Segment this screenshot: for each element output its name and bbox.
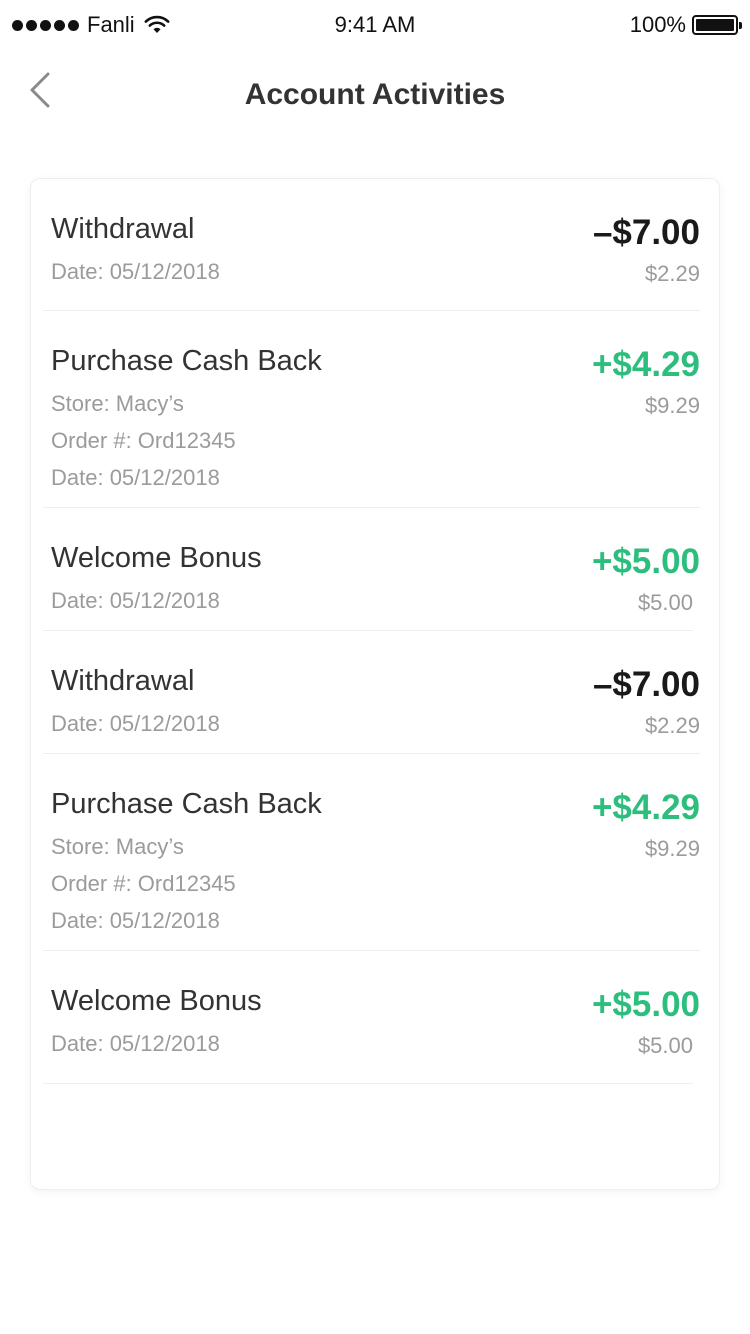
activity-balance: $5.00 [637,1033,693,1058]
activity-date: Date: 05/12/2018 [51,259,220,284]
activity-title: Purchase Cash Back [51,345,322,377]
activity-balance: $5.00 [637,590,693,615]
status-bar: Fanli 9:41 AM 100% [0,0,750,50]
activity-date: Date: 05/12/2018 [51,711,220,736]
activity-order: Order #: Ord12345 [51,428,236,453]
activity-row[interactable]: Purchase Cash Back Store: Macy’s Order #… [43,311,700,508]
activity-amount: +$4.29 [591,345,700,384]
activity-row[interactable]: Welcome Bonus Date: 05/12/2018 +$5.00 $5… [43,951,700,1084]
activity-row[interactable]: Welcome Bonus Date: 05/12/2018 +$5.00 $5… [43,508,700,631]
activity-date: Date: 05/12/2018 [51,908,220,933]
activities-card: Withdrawal Date: 05/12/2018 –$7.00 $2.29… [30,178,720,1190]
status-right: 100% [629,12,742,38]
activity-balance: $9.29 [644,393,700,418]
activity-title: Welcome Bonus [51,985,262,1017]
activity-title: Welcome Bonus [51,542,262,574]
nav-bar: Account Activities [0,50,750,146]
activity-title: Purchase Cash Back [51,788,322,820]
activity-amount: +$5.00 [591,542,700,581]
activity-date: Date: 05/12/2018 [51,465,220,490]
page-title: Account Activities [244,78,506,111]
battery-icon [692,15,742,35]
activity-balance: $2.29 [644,713,700,738]
activity-date: Date: 05/12/2018 [51,588,220,613]
activity-balance: $2.29 [644,261,700,286]
activity-store: Store: Macy’s [51,391,184,416]
activity-title: Withdrawal [51,665,195,697]
activity-amount: –$7.00 [592,665,700,704]
activity-amount: +$5.00 [591,985,700,1024]
activity-title: Withdrawal [51,213,195,245]
activity-balance: $9.29 [644,836,700,861]
battery-percent: 100% [629,12,686,37]
activity-row[interactable]: Withdrawal Date: 05/12/2018 –$7.00 $2.29 [43,179,700,311]
activity-amount: –$7.00 [592,213,700,252]
activity-row[interactable]: Withdrawal Date: 05/12/2018 –$7.00 $2.29 [43,631,700,754]
activity-order: Order #: Ord12345 [51,871,236,896]
activity-amount: +$4.29 [591,788,700,827]
activity-row[interactable]: Purchase Cash Back Store: Macy’s Order #… [43,754,700,951]
activity-date: Date: 05/12/2018 [51,1031,220,1056]
activity-store: Store: Macy’s [51,834,184,859]
